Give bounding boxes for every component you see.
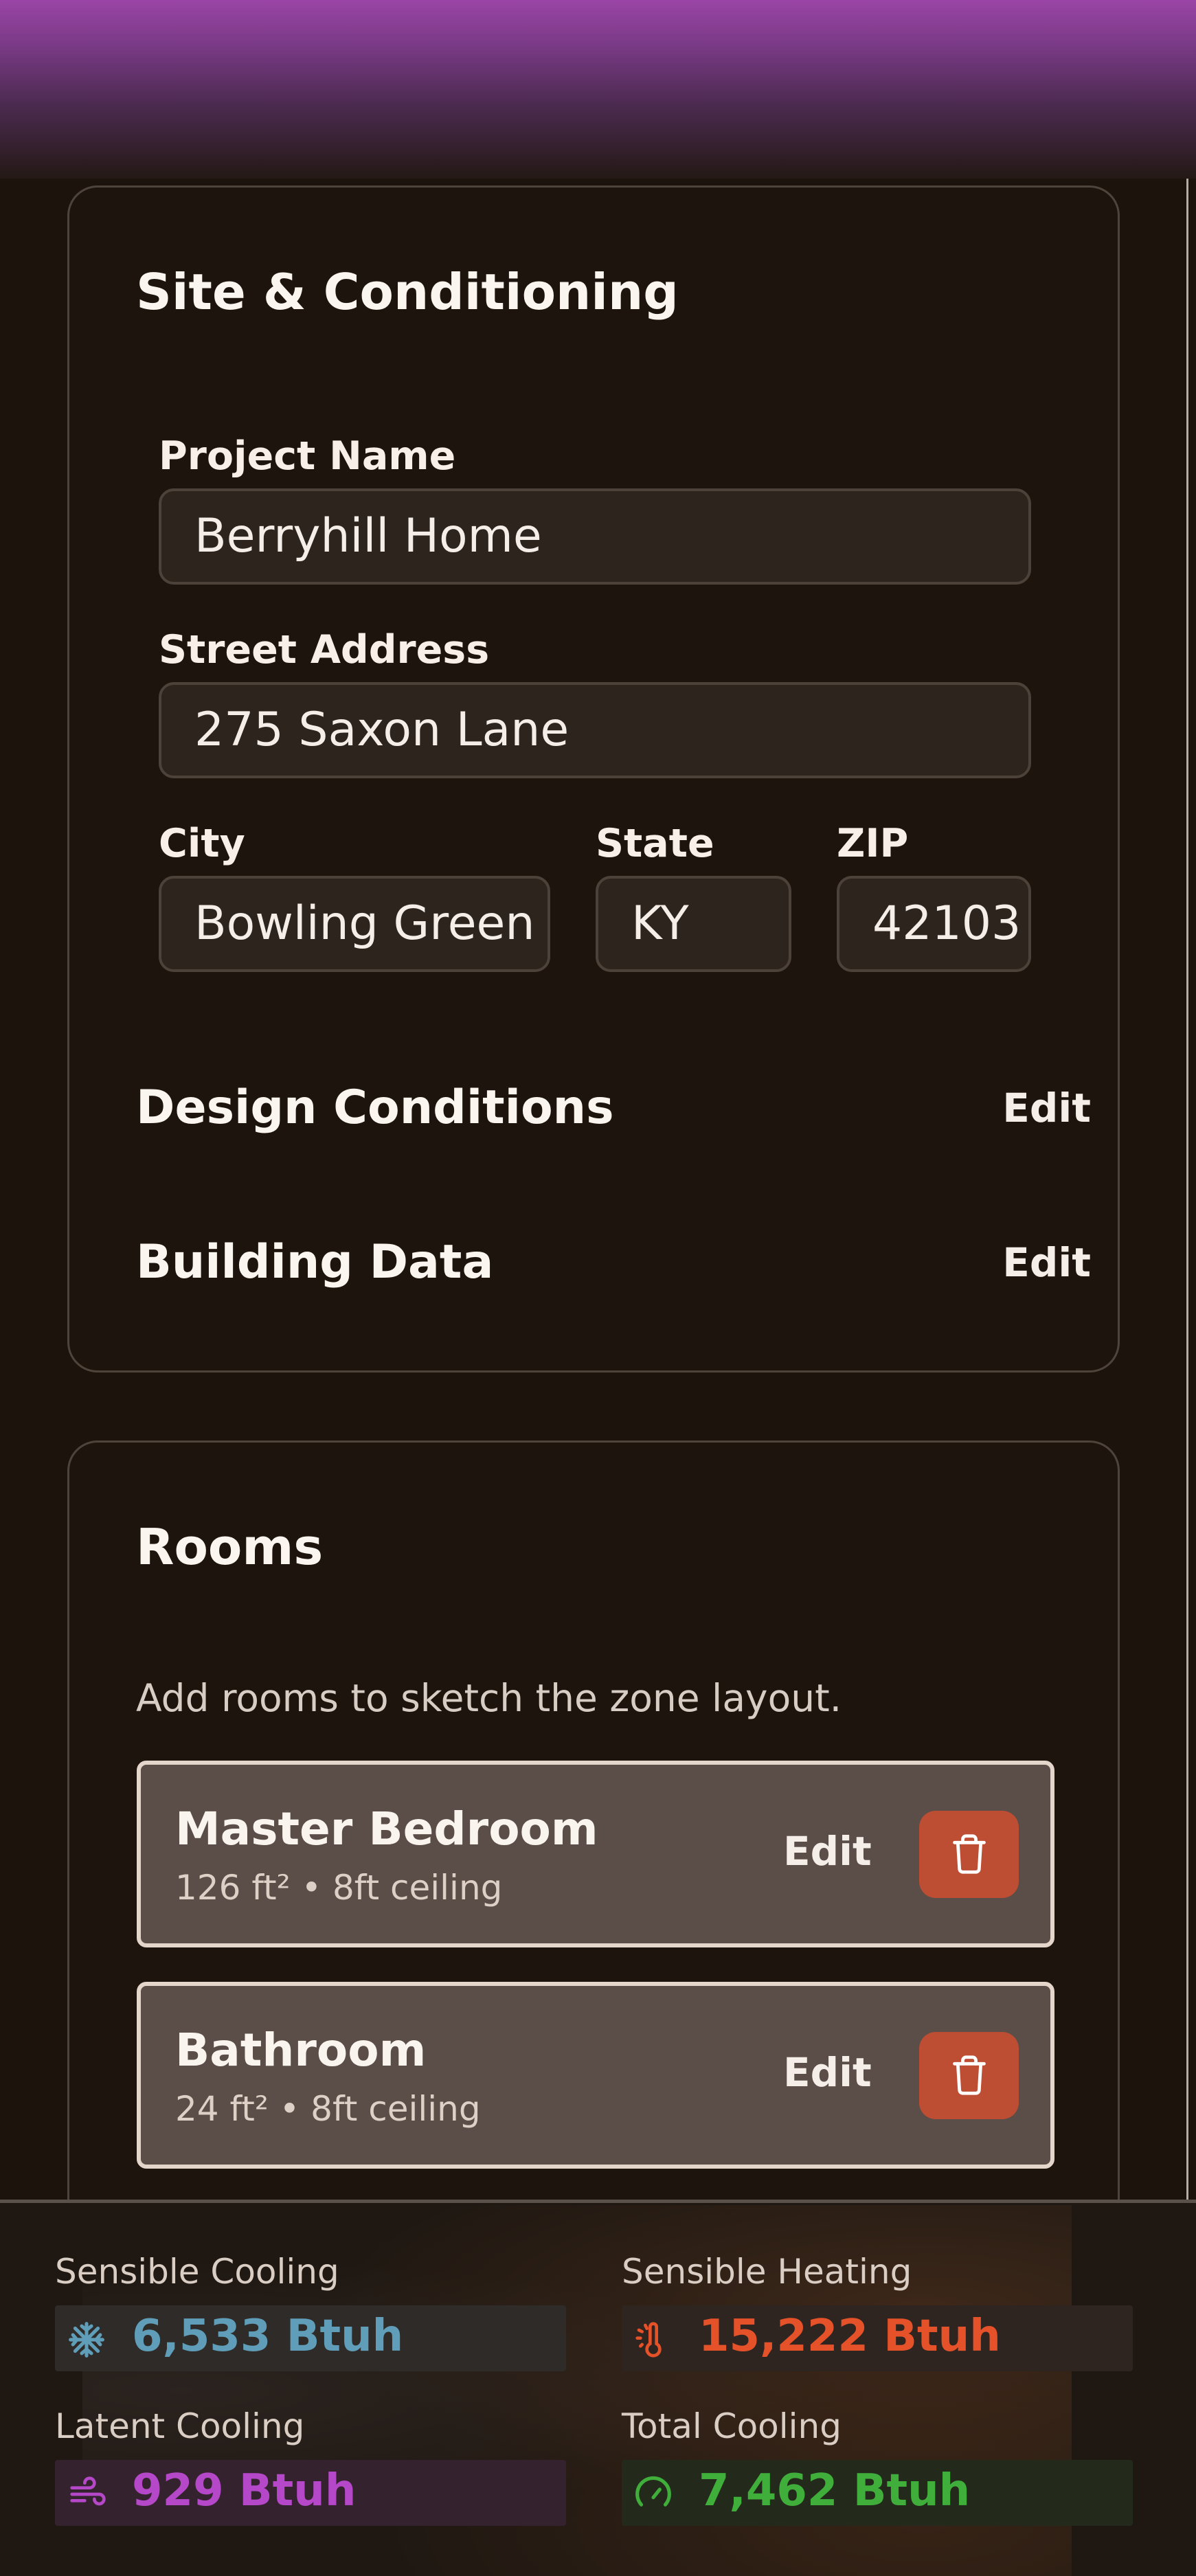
trash-icon — [953, 2055, 986, 2095]
room-name: Bathroom — [175, 2024, 427, 2077]
wind-icon — [70, 2476, 106, 2506]
state-input[interactable]: KY — [596, 876, 791, 972]
project-name-input[interactable]: Berryhill Home — [159, 488, 1031, 585]
project-name-label: Project Name — [159, 433, 456, 479]
total-cooling-value-box: 7,462 Btuh — [622, 2460, 1133, 2526]
sensible-cooling-label: Sensible Cooling — [55, 2252, 339, 2292]
building-data-row: Building Data Edit — [136, 1228, 1091, 1297]
street-address-input[interactable]: 275 Saxon Lane — [159, 682, 1031, 778]
gauge-icon — [635, 2476, 671, 2507]
room-card[interactable]: Bathroom 24 ft² • 8ft ceiling Edit — [137, 1982, 1054, 2169]
room-delete-button[interactable] — [919, 1811, 1019, 1898]
site-card-title: Site & Conditioning — [136, 263, 679, 321]
scrollbar[interactable] — [1186, 179, 1188, 2202]
site-conditioning-card: Site & Conditioning Project Name Berryhi… — [67, 185, 1120, 1372]
latent-cooling-value: 929 Btuh — [132, 2465, 357, 2516]
total-cooling-value: 7,462 Btuh — [699, 2465, 971, 2516]
room-card[interactable]: Master Bedroom 126 ft² • 8ft ceiling Edi… — [137, 1761, 1054, 1947]
latent-cooling-value-box: 929 Btuh — [55, 2460, 566, 2526]
sensible-heating-value: 15,222 Btuh — [699, 2311, 1001, 2362]
zip-input[interactable]: 42103 — [837, 876, 1031, 972]
city-input[interactable]: Bowling Green — [159, 876, 550, 972]
design-conditions-row: Design Conditions Edit — [136, 1074, 1091, 1142]
thermometer-sun-icon — [635, 2322, 662, 2358]
building-data-title: Building Data — [136, 1235, 494, 1289]
building-data-edit-button[interactable]: Edit — [1002, 1239, 1091, 1286]
room-meta: 126 ft² • 8ft ceiling — [175, 1868, 503, 1908]
street-address-label: Street Address — [159, 627, 490, 673]
sensible-cooling-value-box: 6,533 Btuh — [55, 2305, 566, 2371]
room-delete-button[interactable] — [919, 2032, 1019, 2119]
design-conditions-title: Design Conditions — [136, 1081, 614, 1135]
zip-label: ZIP — [837, 821, 909, 866]
header-bar — [0, 0, 1196, 179]
snowflake-icon — [69, 2322, 104, 2358]
total-cooling-label: Total Cooling — [622, 2406, 842, 2446]
city-label: City — [159, 821, 245, 866]
room-meta: 24 ft² • 8ft ceiling — [175, 2089, 481, 2129]
room-edit-button[interactable]: Edit — [783, 2049, 872, 2096]
latent-cooling-label: Latent Cooling — [55, 2406, 305, 2446]
state-label: State — [596, 821, 714, 866]
design-conditions-edit-button[interactable]: Edit — [1002, 1085, 1091, 1131]
sensible-heating-value-box: 15,222 Btuh — [622, 2305, 1133, 2371]
trash-icon — [953, 1834, 986, 1874]
rooms-hint: Add rooms to sketch the zone layout. — [136, 1676, 842, 1720]
sensible-cooling-value: 6,533 Btuh — [132, 2311, 404, 2362]
sensible-heating-label: Sensible Heating — [622, 2252, 912, 2292]
room-edit-button[interactable]: Edit — [783, 1828, 872, 1875]
rooms-card: Rooms Add rooms to sketch the zone layou… — [67, 1440, 1120, 2265]
rooms-card-title: Rooms — [136, 1518, 324, 1576]
room-name: Master Bedroom — [175, 1803, 598, 1855]
